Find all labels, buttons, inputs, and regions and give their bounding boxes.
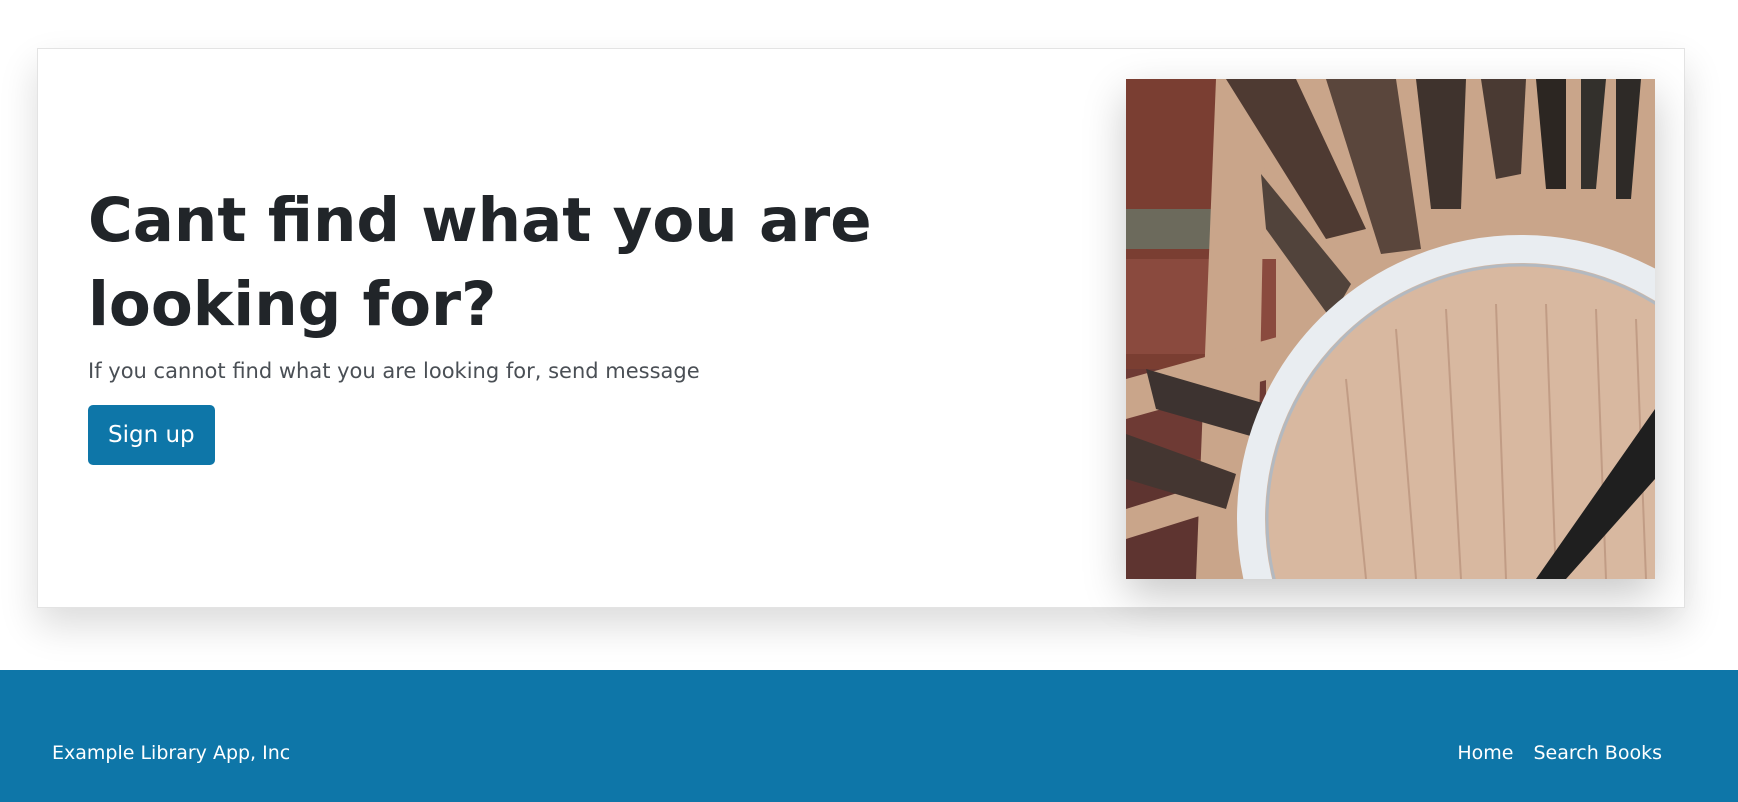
footer-nav: Home Search Books <box>1457 742 1662 764</box>
hero-title: Cant find what you are looking for? <box>88 185 872 340</box>
footer-link-search-books[interactable]: Search Books <box>1533 742 1662 764</box>
hero-text-block: Cant find what you are looking for? If y… <box>88 179 908 465</box>
footer-link-home[interactable]: Home <box>1457 742 1513 764</box>
hero-image-artwork <box>1126 79 1655 579</box>
footer-company-name: Example Library App, Inc <box>52 742 291 764</box>
hero-image <box>1126 79 1655 579</box>
footer: Example Library App, Inc Home Search Boo… <box>0 670 1738 802</box>
hero-card: Cant find what you are looking for? If y… <box>37 48 1685 608</box>
sign-up-button[interactable]: Sign up <box>88 405 215 465</box>
hero-subtitle: If you cannot find what you are looking … <box>88 359 700 383</box>
